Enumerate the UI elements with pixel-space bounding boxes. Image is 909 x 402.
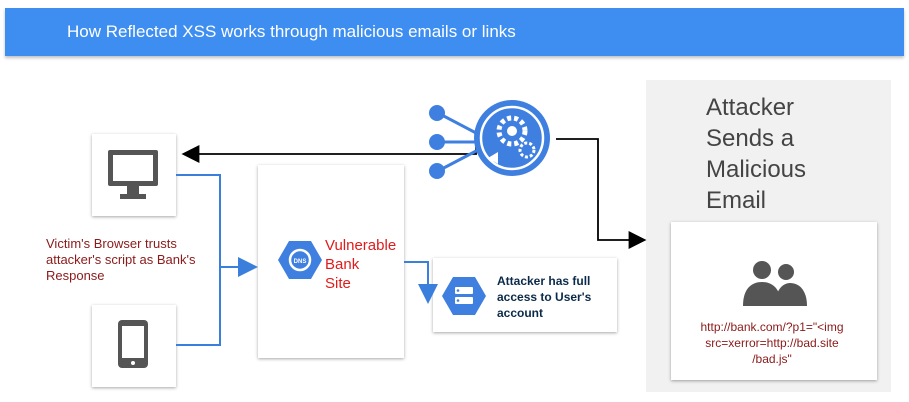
- desktop-icon: [108, 150, 158, 199]
- malicious-url-line: /bad.js": [752, 352, 792, 366]
- mobile-icon: [118, 320, 148, 368]
- access-caption-line: access to User's: [497, 290, 592, 304]
- victim-caption-line: attacker's script as Bank's: [46, 252, 196, 267]
- access-caption-line: Attacker has full: [497, 274, 591, 288]
- arrow-hub-to-email: [556, 138, 647, 249]
- bank-label: Vulnerable Bank Site: [325, 236, 396, 293]
- bank-label-line: Bank: [325, 256, 360, 273]
- victim-caption-line: Victim's Browser trusts: [46, 236, 177, 251]
- malicious-url: http://bank.com/?p1="<img src=xerror=htt…: [672, 319, 872, 367]
- users-icon: [743, 261, 807, 306]
- dns-icon-label: DNS: [294, 259, 307, 265]
- bank-label-line: Vulnerable: [325, 237, 397, 254]
- malicious-url-line: src=xerror=http://bad.site: [705, 336, 839, 350]
- dns-icon: DNS: [278, 241, 322, 279]
- arrow-bank-to-access: [404, 261, 438, 304]
- bank-label-line: Site: [325, 275, 351, 292]
- victim-caption: Victim's Browser trusts attacker's scrip…: [46, 236, 236, 284]
- malicious-url-line: http://bank.com/?p1="<img: [700, 320, 844, 334]
- victim-caption-line: Response: [46, 268, 105, 283]
- access-caption: Attacker has full access to User's accou…: [497, 273, 617, 321]
- attacker-hub-icon: [429, 100, 550, 179]
- storage-icon: [442, 277, 486, 315]
- access-caption-line: account: [497, 306, 544, 320]
